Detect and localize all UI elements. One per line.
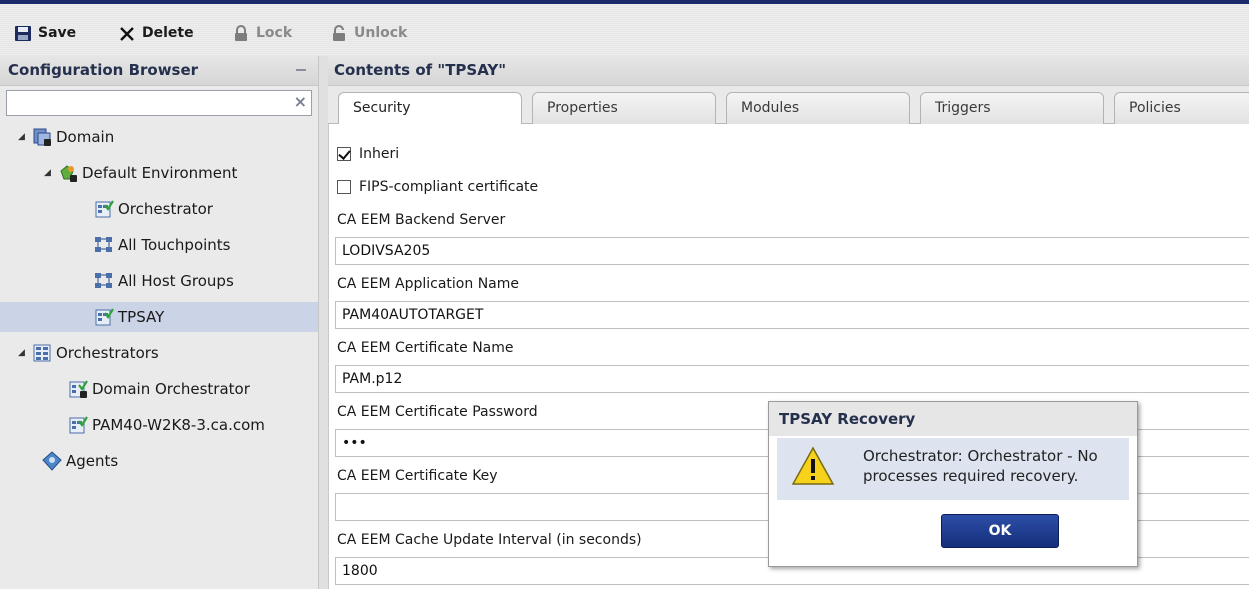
save-button[interactable]: Save (14, 18, 76, 48)
tree-item-domain-orchestrator[interactable]: Domain Orchestrator (0, 374, 318, 404)
tab-modules[interactable]: Modules (726, 92, 910, 124)
lock-button[interactable]: Lock (232, 18, 292, 48)
contents-title: Contents of "TPSAY" (334, 61, 507, 79)
delete-label: Delete (142, 25, 194, 41)
tree-item-label: Agents (66, 452, 119, 470)
tree-item-all-touchpoints[interactable]: All Touchpoints (0, 230, 318, 260)
recovery-dialog: TPSAY Recovery Orchestrator: Orchestrato… (768, 401, 1138, 567)
tab-properties[interactable]: Properties (532, 92, 716, 124)
fips-checkbox[interactable] (337, 180, 351, 194)
collapse-icon[interactable] (296, 69, 306, 71)
orchestrator-icon (94, 199, 114, 219)
dialog-body: Orchestrator: Orchestrator - No processe… (777, 438, 1129, 500)
tree-item-default-environment[interactable]: ◢ Default Environment (0, 158, 318, 188)
expand-arrow-icon[interactable]: ◢ (18, 348, 28, 358)
save-label: Save (38, 25, 77, 41)
host-groups-icon (94, 271, 114, 291)
tab-security[interactable]: Security (338, 92, 522, 125)
tree-item-agents[interactable]: Agents (0, 446, 318, 476)
certificate-key-label: CA EEM Certificate Key (337, 468, 498, 484)
backend-server-field[interactable]: LODIVSA205 (335, 237, 1249, 265)
tree-item-label: All Touchpoints (118, 236, 231, 254)
panel-splitter[interactable] (318, 56, 328, 589)
inherit-checkbox[interactable] (337, 147, 351, 161)
delete-icon (118, 24, 136, 42)
tree-item-label: PAM40-W2K8-3.ca.com (92, 416, 265, 434)
backend-server-label: CA EEM Backend Server (337, 212, 506, 228)
orchestrator-icon (68, 415, 88, 435)
cache-interval-label: CA EEM Cache Update Interval (in seconds… (337, 532, 642, 548)
tree-item-tpsay[interactable]: TPSAY (0, 302, 318, 332)
configuration-browser-header: Configuration Browser (0, 56, 318, 86)
fips-label: FIPS-compliant certificate (359, 179, 539, 195)
fips-row: FIPS-compliant certificate (337, 179, 538, 195)
expand-arrow-icon[interactable]: ◢ (18, 132, 28, 142)
unlock-button[interactable]: Unlock (330, 18, 407, 48)
filter-box: × (6, 90, 312, 116)
toolbar: Save Delete Lock Unlock (0, 4, 1249, 56)
certificate-name-field[interactable]: PAM.p12 (335, 365, 1249, 393)
panel-title: Configuration Browser (8, 61, 199, 79)
tree-item-label: Orchestrators (56, 344, 159, 362)
contents-header: Contents of "TPSAY" (328, 56, 1249, 86)
filter-input[interactable] (7, 91, 277, 113)
orchestrator-icon (94, 307, 114, 327)
lock-label: Lock (256, 25, 293, 41)
warning-icon (791, 446, 835, 486)
certificate-password-label: CA EEM Certificate Password (337, 404, 538, 420)
tree-item-label: Domain Orchestrator (92, 380, 250, 398)
tree-item-domain[interactable]: ◢ Domain (0, 122, 318, 152)
expand-arrow-icon[interactable]: ◢ (44, 168, 54, 178)
certificate-name-label: CA EEM Certificate Name (337, 340, 514, 356)
domain-orchestrator-icon (68, 379, 88, 399)
orchestrators-icon (32, 343, 52, 363)
lock-icon (232, 24, 250, 42)
tree-item-pam40-w2k8-3[interactable]: PAM40-W2K8-3.ca.com (0, 410, 318, 440)
configuration-browser-panel: Configuration Browser × ◢ Domain ◢ Defau… (0, 56, 318, 589)
environment-icon (58, 163, 78, 183)
inherit-label: Inheri (359, 146, 400, 162)
domain-icon (32, 127, 52, 147)
tree-item-label: Default Environment (82, 164, 238, 182)
save-icon (14, 24, 32, 42)
dialog-message: Orchestrator: Orchestrator - No processe… (863, 447, 1098, 485)
tree-item-label: Domain (56, 128, 115, 146)
tree-item-orchestrators[interactable]: ◢ Orchestrators (0, 338, 318, 368)
clear-filter-icon[interactable]: × (294, 92, 307, 111)
tree-item-orchestrator[interactable]: Orchestrator (0, 194, 318, 224)
dialog-title: TPSAY Recovery (769, 402, 1137, 436)
inherit-row: Inheri (337, 146, 399, 162)
tab-bar: Security Properties Modules Triggers Pol… (328, 86, 1249, 125)
ok-button[interactable]: OK (941, 514, 1059, 548)
unlock-icon (330, 24, 348, 42)
touchpoints-icon (94, 235, 114, 255)
tree-item-all-host-groups[interactable]: All Host Groups (0, 266, 318, 296)
application-name-label: CA EEM Application Name (337, 276, 519, 292)
tab-triggers[interactable]: Triggers (920, 92, 1104, 124)
tab-policies[interactable]: Policies (1114, 92, 1249, 124)
agents-icon (42, 451, 62, 471)
tree-item-label: Orchestrator (118, 200, 213, 218)
tree-item-label: All Host Groups (118, 272, 234, 290)
tree-item-label: TPSAY (118, 308, 165, 326)
delete-button[interactable]: Delete (118, 18, 194, 48)
unlock-label: Unlock (354, 25, 408, 41)
application-name-field[interactable]: PAM40AUTOTARGET (335, 301, 1249, 329)
